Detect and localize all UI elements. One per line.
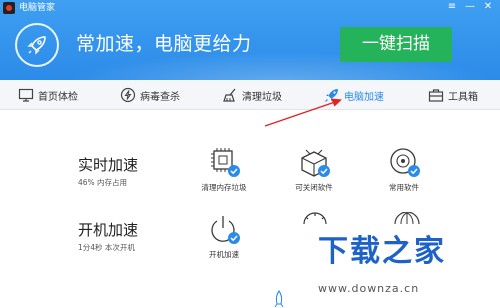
software-box-icon: [301, 149, 330, 177]
watermark-logo: 下载之家: [318, 234, 446, 269]
rocket-badge-icon: [15, 23, 59, 67]
rocket-icon: [325, 89, 338, 102]
tool-label: 清理内存垃圾: [201, 183, 247, 192]
nav-item-speed-up[interactable]: 电脑加速: [324, 80, 384, 110]
realtime-section-title: 实时加速: [78, 156, 139, 174]
monitor-icon: [18, 88, 34, 102]
app-logo-icon: [3, 2, 15, 14]
app-title: 电脑管家: [19, 3, 56, 13]
nav-label: 病毒查杀: [140, 91, 180, 103]
memory-chip-icon: [211, 148, 240, 177]
nav-item-home-checkup[interactable]: 首页体检: [18, 80, 78, 110]
title-bar: 电脑管家 ≡ — ✕: [0, 0, 500, 16]
nav-item-toolbox[interactable]: 工具箱: [428, 80, 478, 110]
minimize-icon[interactable]: —: [464, 1, 476, 13]
slogan: 常加速，电脑更给力: [76, 33, 252, 55]
header-banner: 电脑管家 ≡ — ✕ 常加速，电脑更给力 一键扫描: [0, 0, 500, 80]
gear-icon: [303, 212, 327, 224]
globe-icon: [394, 212, 420, 224]
tool-label: 可关闭软件: [295, 183, 333, 192]
memory-usage-text: 46% 内存占用: [78, 178, 128, 187]
toolbox-icon: [428, 89, 444, 102]
lightning-shield-icon: [120, 87, 136, 103]
nav-item-virus-scan[interactable]: 病毒查杀: [120, 80, 180, 110]
tool-closable-software[interactable]: 可关闭软件: [274, 146, 354, 196]
watermark-url: www.downza.cn: [318, 282, 420, 295]
startup-section-title: 开机加速: [78, 221, 139, 239]
broom-icon: [223, 88, 236, 102]
tool-clean-memory[interactable]: 清理内存垃圾: [184, 146, 264, 196]
nav-label: 工具箱: [448, 91, 478, 103]
rocket-small-icon: [274, 290, 284, 308]
one-click-scan-button[interactable]: 一键扫描: [340, 27, 452, 62]
tool-label: 开机加速: [209, 250, 239, 259]
tool-common-software[interactable]: 常用软件: [364, 146, 444, 196]
nav-label: 电脑加速: [344, 91, 384, 103]
menu-icon[interactable]: ≡: [446, 1, 458, 13]
power-icon: [211, 216, 240, 244]
nav-label: 首页体检: [38, 91, 78, 103]
nav-label: 清理垃圾: [242, 91, 282, 103]
close-icon[interactable]: ✕: [482, 1, 494, 13]
main-nav: 首页体检 病毒查杀 清理垃圾 电脑加速 工具箱: [0, 80, 500, 110]
boot-time-text: 1分4秒 本次开机: [78, 243, 135, 252]
nav-item-clean-junk[interactable]: 清理垃圾: [222, 80, 282, 110]
disc-icon: [390, 148, 420, 177]
tool-startup-speedup[interactable]: 开机加速: [184, 213, 264, 263]
tool-label: 常用软件: [389, 183, 419, 192]
